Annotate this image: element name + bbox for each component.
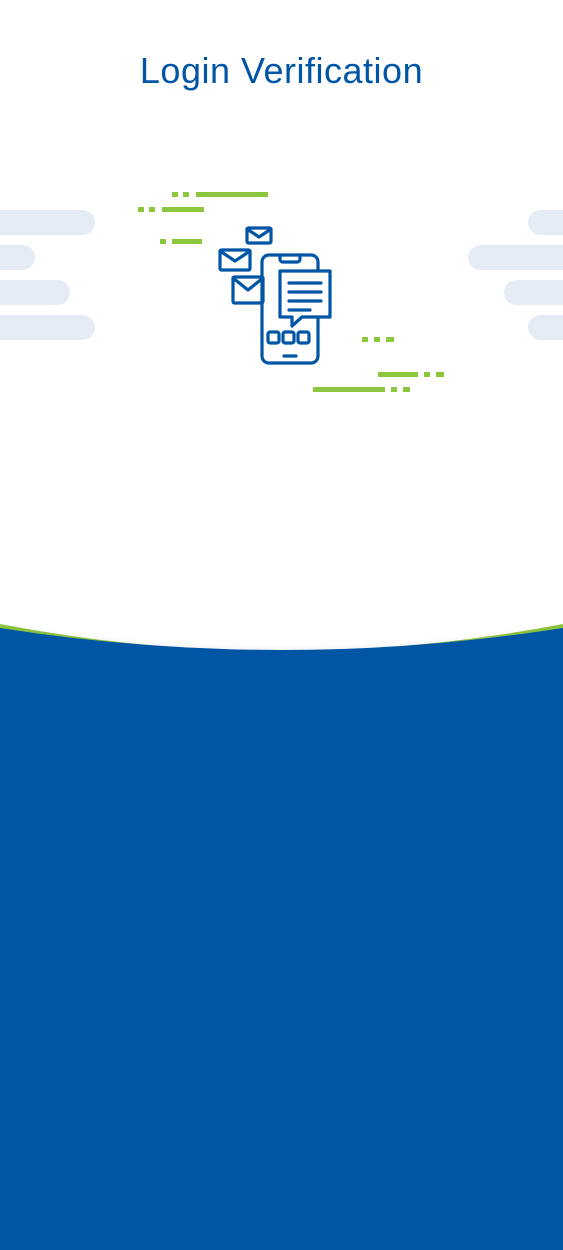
phone-messages-icon bbox=[218, 226, 332, 365]
right-decorative-pills bbox=[468, 210, 563, 340]
bottom-blue-panel bbox=[0, 624, 563, 1250]
speed-lines-bottom-right bbox=[313, 337, 444, 392]
left-decorative-pills bbox=[0, 210, 95, 340]
login-verification-screen: Login Verification bbox=[0, 0, 563, 1250]
blue-panel-shape bbox=[0, 628, 563, 1250]
verification-illustration bbox=[0, 192, 563, 392]
